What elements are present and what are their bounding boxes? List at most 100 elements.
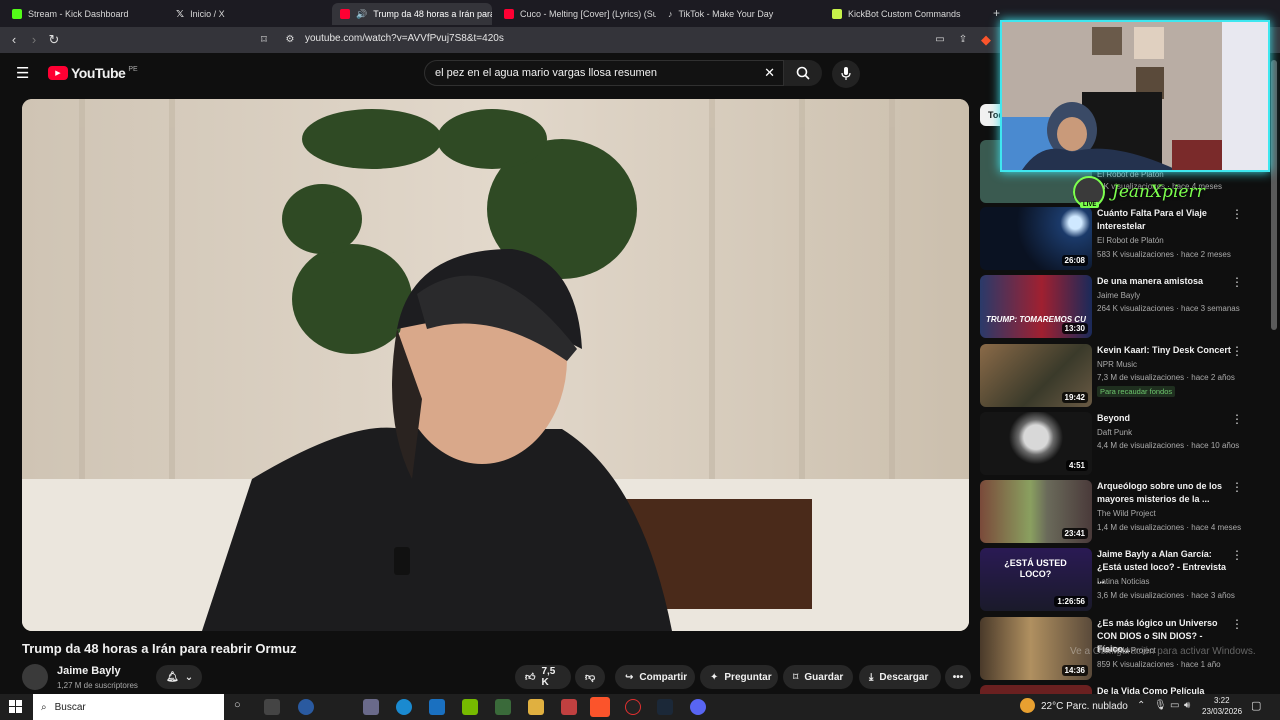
app-icon[interactable] bbox=[561, 699, 577, 715]
search-input[interactable]: el pez en el agua mario vargas llosa res… bbox=[424, 60, 784, 86]
video-thumbnail[interactable]: 26:08 bbox=[980, 207, 1092, 270]
thumbs-up-icon: 👍︎ bbox=[525, 672, 536, 683]
download-button[interactable]: ⤓ Descargar bbox=[859, 665, 941, 689]
youtube-logo[interactable]: ▶ YouTube PE bbox=[48, 65, 138, 81]
list-item[interactable]: ¿ESTÁ USTED LOCO? 1:26:56 Jaime Bayly a … bbox=[980, 548, 1255, 612]
page-scrollbar[interactable] bbox=[1271, 60, 1277, 330]
ask-button[interactable]: ✦ Preguntar bbox=[700, 665, 778, 689]
list-item[interactable]: TRUMP: TOMAREMOS CU 13:30 De una manera … bbox=[980, 275, 1255, 339]
bell-icon: 🔔︎ bbox=[166, 671, 179, 683]
more-dots-icon[interactable]: ⋮ bbox=[1231, 548, 1243, 562]
youtube-play-logo-icon: ▶ bbox=[48, 66, 68, 80]
brave-shield-icon[interactable]: ◆ bbox=[978, 32, 994, 48]
mail-icon[interactable] bbox=[429, 699, 445, 715]
network-icon[interactable]: ▭ bbox=[1170, 700, 1179, 711]
kickbot-icon bbox=[832, 9, 842, 19]
notification-icon[interactable]: ▢ bbox=[1251, 699, 1261, 712]
speedtest-icon[interactable] bbox=[298, 699, 314, 715]
subscription-bell-button[interactable]: 🔔︎ ⌄ bbox=[156, 665, 202, 689]
sparkle-icon: ✦ bbox=[710, 671, 719, 683]
cortana-icon[interactable]: ○ bbox=[234, 699, 241, 711]
video-frame bbox=[22, 99, 969, 631]
back-arrow-icon[interactable]: ‹ bbox=[6, 32, 22, 48]
more-dots-icon[interactable]: ⋮ bbox=[1231, 412, 1243, 426]
tab-cuco-melting[interactable]: Cuco - Melting [Cover] (Lyrics) (Sub. bbox=[496, 3, 656, 25]
search-button[interactable] bbox=[784, 60, 822, 86]
more-dots-icon: ••• bbox=[952, 671, 964, 683]
site-info-icon[interactable]: ⚙ bbox=[282, 32, 298, 48]
channel-name[interactable]: Jaime Bayly bbox=[57, 665, 121, 677]
video-thumbnail[interactable]: TRUMP: TOMAREMOS CU 13:30 bbox=[980, 275, 1092, 338]
cast-icon[interactable]: ▭ bbox=[932, 32, 948, 48]
search-icon: ⌕ bbox=[41, 701, 47, 713]
tab-kick-dashboard[interactable]: Stream - Kick Dashboard bbox=[4, 3, 164, 25]
windows-taskbar: ⌕ Buscar ○ 22°C Parc. nublado ⌃ 🎙︎ ▭ 🔊︎ … bbox=[0, 694, 1280, 720]
nvidia-icon[interactable] bbox=[462, 699, 478, 715]
address-bar[interactable]: youtube.com/watch?v=AVVfPvuj7S8&t=420s bbox=[305, 33, 504, 44]
reload-icon[interactable]: ↻ bbox=[46, 32, 62, 48]
windows-start-icon[interactable] bbox=[9, 700, 22, 713]
task-view-icon[interactable] bbox=[264, 699, 280, 715]
store-icon[interactable] bbox=[363, 699, 379, 715]
x-logo-icon: 𝕏 bbox=[176, 8, 185, 20]
taskbar-search[interactable]: ⌕ Buscar bbox=[33, 694, 224, 720]
bookmark-icon[interactable]: ⌑ bbox=[256, 32, 272, 48]
video-thumbnail[interactable]: 4:51 bbox=[980, 412, 1092, 475]
edge-icon[interactable] bbox=[396, 699, 412, 715]
list-item[interactable]: 4:51 Beyond Daft Punk 4,4 M de visualiza… bbox=[980, 412, 1255, 476]
tab-tiktok[interactable]: ♪ TikTok - Make Your Day bbox=[660, 3, 820, 25]
microphone-tray-icon[interactable]: 🎙︎ bbox=[1154, 700, 1167, 711]
more-actions-button[interactable]: ••• bbox=[945, 665, 971, 689]
fundraiser-badge: Para recaudar fondos bbox=[1097, 386, 1176, 397]
youtube-favicon-icon bbox=[504, 9, 514, 19]
list-item[interactable]: 26:08 Cuánto Falta Para el Viaje Interes… bbox=[980, 207, 1255, 271]
webcam-overlay bbox=[1000, 20, 1270, 172]
thumbs-down-icon: 👎︎ bbox=[585, 672, 596, 683]
app-icon[interactable] bbox=[495, 699, 511, 715]
video-thumbnail[interactable] bbox=[980, 685, 1092, 694]
video-thumbnail[interactable]: 23:41 bbox=[980, 480, 1092, 543]
weather-text[interactable]: 22°C Parc. nublado bbox=[1041, 701, 1128, 712]
tab-x-home[interactable]: 𝕏 Inicio / X bbox=[168, 3, 328, 25]
video-thumbnail[interactable]: ¿ESTÁ USTED LOCO? 1:26:56 bbox=[980, 548, 1092, 611]
download-icon: ⤓ bbox=[869, 671, 874, 683]
steam-icon[interactable] bbox=[657, 699, 673, 715]
avatar[interactable] bbox=[22, 664, 48, 690]
thumbnail-overlay-text: ¿ESTÁ USTED LOCO? bbox=[1004, 558, 1067, 579]
list-item[interactable]: 23:41 Arqueólogo sobre uno de los mayore… bbox=[980, 480, 1255, 544]
more-dots-icon[interactable]: ⋮ bbox=[1231, 275, 1243, 289]
chevron-up-icon[interactable]: ⌃ bbox=[1137, 700, 1145, 711]
clock-time[interactable]: 3:22 bbox=[1214, 696, 1230, 705]
subscriber-count: 1,27 M de suscriptores bbox=[57, 681, 138, 690]
more-dots-icon[interactable]: ⋮ bbox=[1231, 344, 1243, 358]
more-dots-icon[interactable]: ⋮ bbox=[1231, 207, 1243, 221]
list-item[interactable]: 19:42 Kevin Kaarl: Tiny Desk Concert NPR… bbox=[980, 344, 1255, 408]
more-dots-icon[interactable]: ⋮ bbox=[1231, 480, 1243, 494]
video-player[interactable] bbox=[22, 99, 969, 631]
more-dots-icon[interactable]: ⋮ bbox=[1231, 617, 1243, 631]
new-tab-button[interactable]: + bbox=[993, 6, 1000, 20]
bookmark-save-icon: ⌑ bbox=[793, 671, 799, 683]
volume-icon[interactable]: 🔊︎ bbox=[1184, 700, 1190, 711]
video-thumbnail[interactable]: 19:42 bbox=[980, 344, 1092, 407]
tab-kickbot[interactable]: KickBot Custom Commands bbox=[824, 3, 994, 25]
file-explorer-icon[interactable] bbox=[528, 699, 544, 715]
forward-arrow-icon[interactable]: › bbox=[26, 32, 42, 48]
save-button[interactable]: ⌑ Guardar bbox=[783, 665, 853, 689]
tab-youtube-active[interactable]: 🔊 Trump da 48 horas a Irán para ✕ bbox=[332, 3, 492, 25]
live-badge: LIVE bbox=[1080, 202, 1100, 208]
brave-icon[interactable] bbox=[590, 697, 610, 717]
clock-date[interactable]: 23/03/2026 bbox=[1202, 707, 1242, 716]
weather-icon[interactable] bbox=[1020, 698, 1035, 713]
obs-icon[interactable] bbox=[625, 699, 641, 715]
voice-search-button[interactable] bbox=[832, 60, 860, 88]
chevron-down-icon: ⌄ bbox=[184, 671, 194, 683]
share-button[interactable]: ↪ Compartir bbox=[615, 665, 695, 689]
like-button[interactable]: 👍︎ 7,5 K bbox=[515, 665, 571, 689]
menu-hamburger-icon[interactable]: ☰ bbox=[16, 64, 29, 82]
dislike-button[interactable]: 👎︎ bbox=[575, 665, 605, 689]
share-page-icon[interactable]: ⇪ bbox=[955, 32, 971, 48]
list-item[interactable]: De la Vida Como Película bbox=[980, 685, 1255, 694]
clear-search-icon[interactable]: ✕ bbox=[764, 65, 775, 81]
discord-icon[interactable] bbox=[690, 699, 706, 715]
